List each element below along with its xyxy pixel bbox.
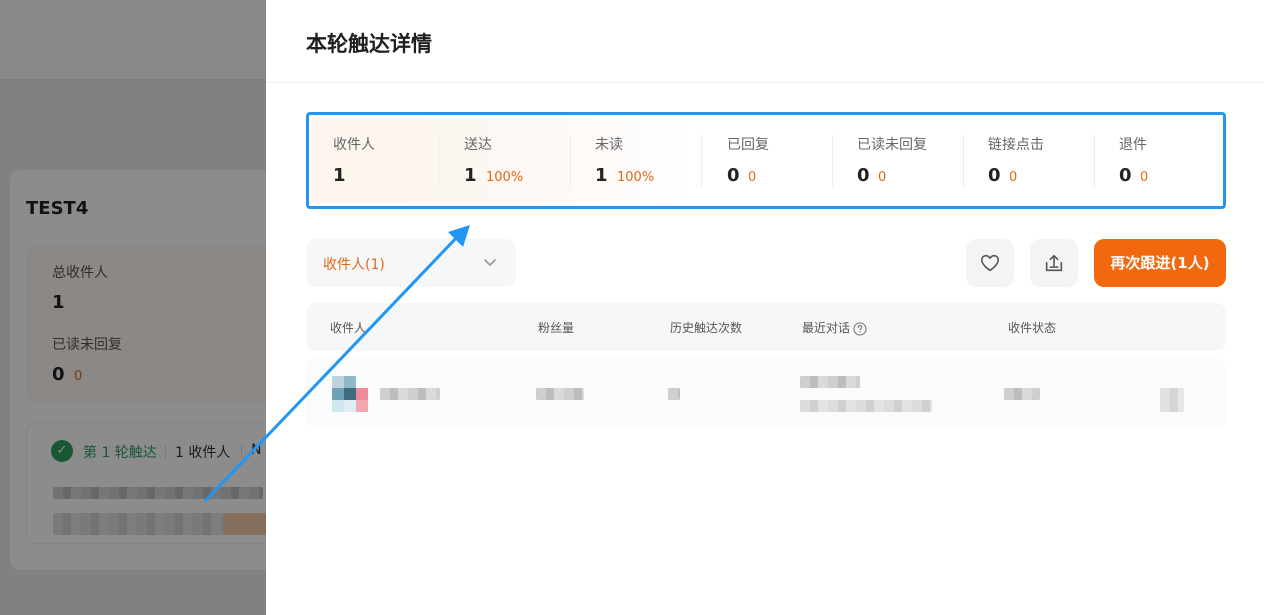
stat-label: 退件 <box>1119 137 1147 153</box>
table-header: 收件人 粉丝量 历史触达次数 最近对话 收件状态 <box>306 303 1226 351</box>
stat-value: 1 <box>464 165 477 186</box>
avatar <box>332 400 344 412</box>
stats-highlight <box>312 118 692 203</box>
redacted-action <box>1160 388 1184 412</box>
divider <box>1094 135 1095 187</box>
divider <box>570 135 571 187</box>
stat-value: 0 <box>857 165 870 186</box>
heart-icon <box>980 254 1000 272</box>
avatar <box>344 400 356 412</box>
stat-pct: 0 <box>878 170 887 185</box>
stat-value: 0 <box>727 165 740 186</box>
stat-value: 0 <box>988 165 1001 186</box>
avatar <box>344 376 356 388</box>
follow-up-button[interactable]: 再次跟进(1人) <box>1094 239 1226 287</box>
favorite-button[interactable] <box>966 239 1014 287</box>
drawer-title: 本轮触达详情 <box>306 32 432 56</box>
avatar <box>332 376 344 388</box>
divider <box>701 135 702 187</box>
filter-selected-value: 收件人(1) <box>323 257 385 273</box>
stat-value: 0 <box>1119 165 1132 186</box>
stat-label: 收件人 <box>333 137 375 153</box>
stat-label: 已回复 <box>727 137 769 153</box>
redacted-recent-chat <box>800 400 932 412</box>
divider <box>832 135 833 187</box>
column-header-followers[interactable]: 粉丝量 <box>538 319 574 336</box>
column-header-recent-chat[interactable]: 最近对话 <box>802 319 867 336</box>
column-header-recipient[interactable]: 收件人 <box>330 319 366 336</box>
export-button[interactable] <box>1030 239 1078 287</box>
avatar <box>356 400 368 412</box>
redacted-recent-chat <box>800 376 860 388</box>
stats-panel: 收件人 1 送达 1 100% 未读 1 100% 已回复 0 0 已读未回复 … <box>306 112 1226 209</box>
help-circle-icon[interactable] <box>853 321 867 336</box>
stat-pct: 100% <box>617 170 655 185</box>
modal-overlay[interactable] <box>0 0 266 615</box>
avatar <box>344 388 356 400</box>
avatar <box>332 388 344 400</box>
divider <box>963 135 964 187</box>
redacted-recipient-name <box>380 388 440 400</box>
stat-label: 未读 <box>595 137 623 153</box>
redacted-status <box>1004 388 1040 400</box>
stat-label: 已读未回复 <box>857 137 927 153</box>
column-header-status[interactable]: 收件状态 <box>1008 319 1056 336</box>
table-row[interactable] <box>306 358 1226 428</box>
stat-label: 送达 <box>464 137 492 153</box>
chevron-down-icon <box>484 259 496 266</box>
stat-value: 1 <box>595 165 608 186</box>
redacted-touch-count <box>668 388 680 400</box>
avatar <box>356 388 368 400</box>
redacted-followers <box>536 388 584 400</box>
recipient-filter-select[interactable]: 收件人(1) <box>306 239 516 287</box>
stat-pct: 0 <box>748 170 757 185</box>
export-icon <box>1045 254 1063 272</box>
drawer-header: 本轮触达详情 <box>266 0 1264 83</box>
column-header-label: 最近对话 <box>802 321 851 335</box>
stat-pct: 100% <box>486 170 524 185</box>
stat-label: 链接点击 <box>988 137 1044 153</box>
detail-drawer: 本轮触达详情 收件人 1 送达 1 100% 未读 1 100% 已回复 0 0… <box>266 0 1264 615</box>
stat-pct: 0 <box>1140 170 1149 185</box>
divider <box>438 135 439 187</box>
column-header-touch-count[interactable]: 历史触达次数 <box>670 319 742 336</box>
stat-pct: 0 <box>1009 170 1018 185</box>
stat-value: 1 <box>333 165 346 186</box>
